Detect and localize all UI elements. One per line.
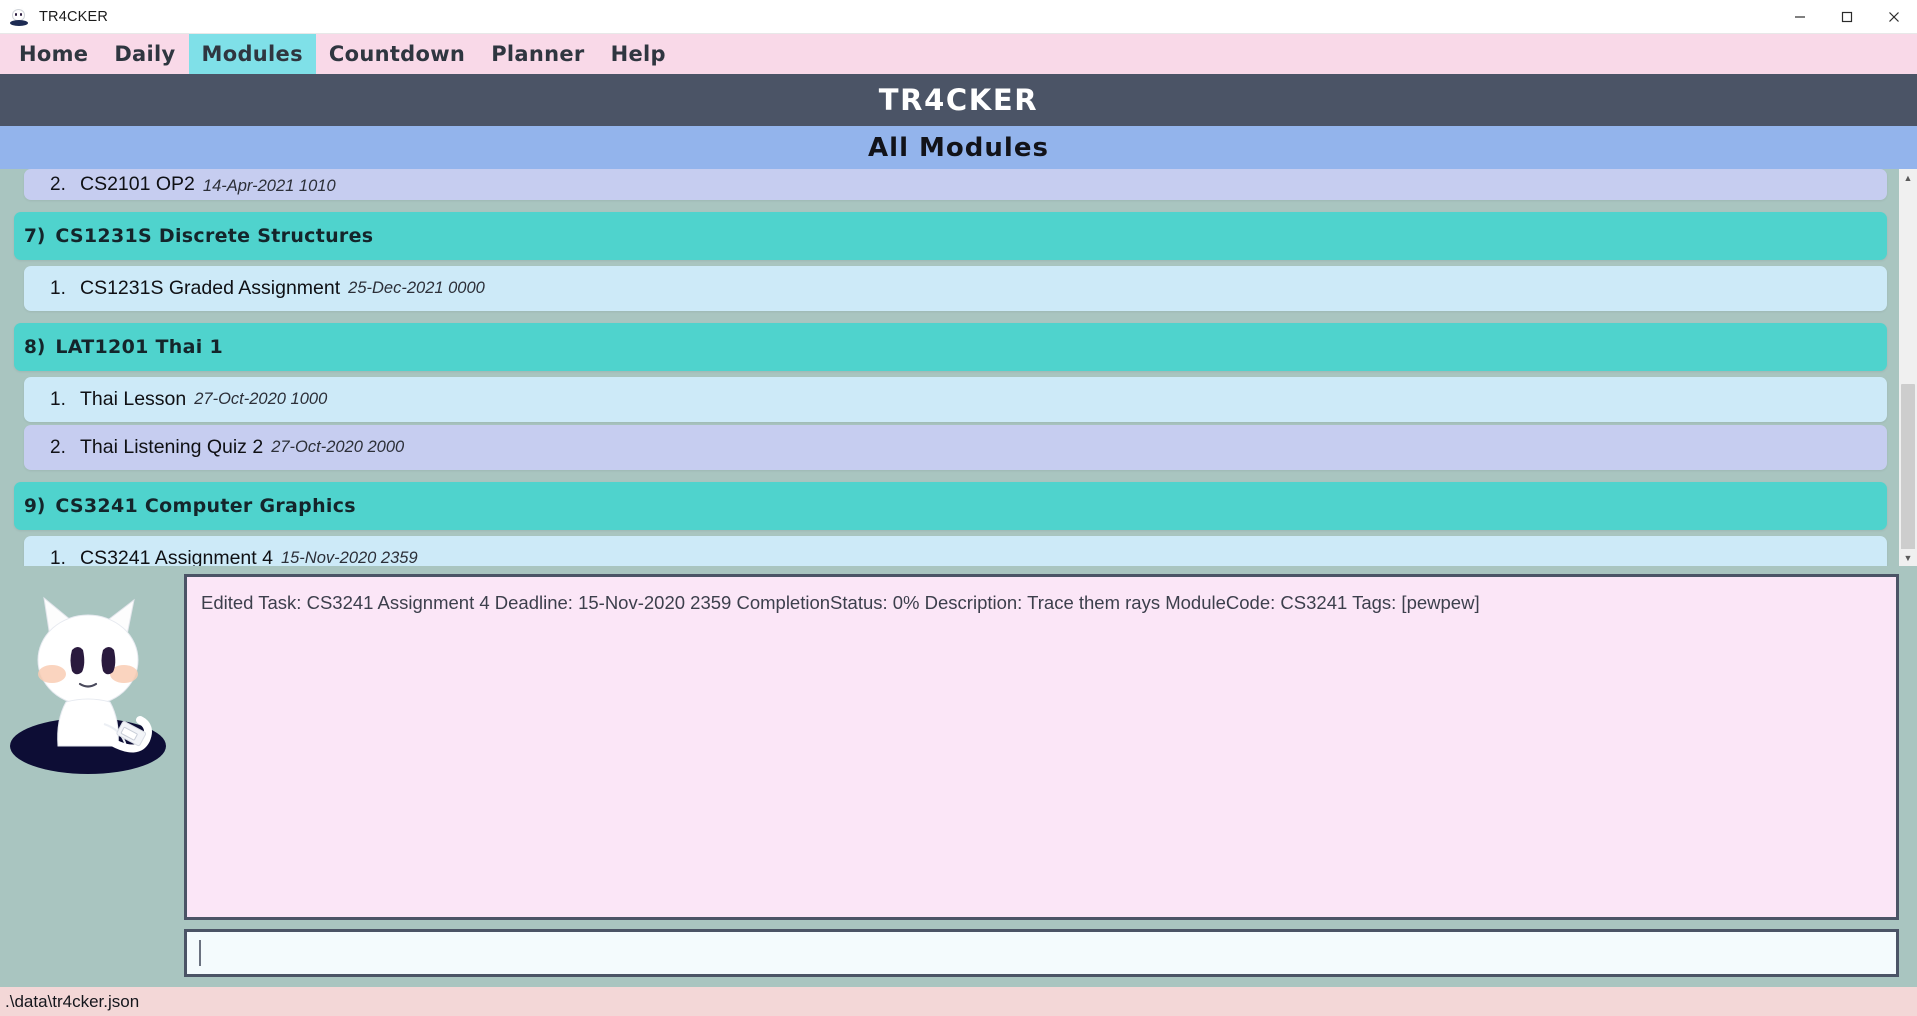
- menu-item-planner[interactable]: Planner: [478, 34, 597, 74]
- task-due: 27-Oct-2020 2000: [271, 438, 405, 456]
- window-title: TR4CKER: [39, 8, 109, 25]
- module-index: 8): [24, 336, 46, 358]
- module-header[interactable]: 9) CS3241 Computer Graphics: [14, 482, 1887, 530]
- task-due: 15-Nov-2020 2359: [280, 549, 418, 566]
- app-title-banner: TR4CKER: [0, 74, 1917, 126]
- maximize-icon: [1841, 11, 1852, 22]
- list-item[interactable]: 2. CS2101 OP2 14-Apr-2021 1010: [24, 169, 1887, 200]
- status-bar: .\data\tr4cker.json: [0, 987, 1917, 1016]
- task-due: 25-Dec-2021 0000: [348, 279, 485, 297]
- task-index: 2.: [50, 174, 66, 195]
- task-name: Thai Lesson: [80, 388, 187, 410]
- menu-item-home[interactable]: Home: [6, 34, 101, 74]
- module-header[interactable]: 7) CS1231S Discrete Structures: [14, 212, 1887, 260]
- task-name: CS1231S Graded Assignment: [80, 277, 341, 299]
- task-name: Thai Listening Quiz 2: [80, 436, 264, 458]
- modules-list-panel: 2. CS2101 OP2 14-Apr-2021 1010 7) CS1231…: [0, 169, 1917, 566]
- maximize-button[interactable]: [1823, 0, 1870, 34]
- main-menu-bar: Home Daily Modules Countdown Planner Hel…: [0, 34, 1917, 74]
- menu-item-countdown[interactable]: Countdown: [316, 34, 478, 74]
- task-due: 14-Apr-2021 1010: [202, 177, 336, 195]
- io-column: Edited Task: CS3241 Assignment 4 Deadlin…: [184, 574, 1899, 977]
- save-location-path: .\data\tr4cker.json: [5, 991, 140, 1011]
- module-header[interactable]: 8) LAT1201 Thai 1: [14, 323, 1887, 371]
- list-item[interactable]: 1. CS3241 Assignment 4 15-Nov-2020 2359: [24, 536, 1887, 566]
- bottom-panel: Edited Task: CS3241 Assignment 4 Deadlin…: [0, 566, 1917, 987]
- module-name: CS3241 Computer Graphics: [55, 495, 356, 517]
- task-index: 1.: [50, 388, 66, 410]
- module-name: LAT1201 Thai 1: [55, 336, 223, 358]
- scroll-up-arrow-icon[interactable]: ▲: [1899, 169, 1917, 186]
- task-name: CS3241 Assignment 4: [80, 547, 273, 566]
- cat-mascot-image: [0, 574, 184, 977]
- menu-item-daily[interactable]: Daily: [101, 34, 188, 74]
- cat-mascot-illustration: [10, 596, 166, 774]
- modules-list: 2. CS2101 OP2 14-Apr-2021 1010 7) CS1231…: [0, 169, 1899, 566]
- task-index: 2.: [50, 436, 66, 458]
- list-item[interactable]: 1. CS1231S Graded Assignment 25-Dec-2021…: [24, 266, 1887, 311]
- response-text: Edited Task: CS3241 Assignment 4 Deadlin…: [201, 592, 1480, 613]
- page-title: All Modules: [0, 126, 1917, 169]
- list-item[interactable]: 2. Thai Listening Quiz 2 27-Oct-2020 200…: [24, 425, 1887, 470]
- text-caret: [199, 940, 201, 966]
- module-index: 7): [24, 225, 46, 247]
- cat-icon: [9, 6, 29, 27]
- task-due: 27-Oct-2020 1000: [194, 390, 328, 408]
- application-window: TR4CKER Home Daily Modules Countdown Pla…: [0, 0, 1917, 1016]
- task-index: 1.: [50, 277, 66, 299]
- module-index: 9): [24, 495, 46, 517]
- scrollbar-thumb[interactable]: [1901, 384, 1915, 552]
- title-bar: TR4CKER: [0, 0, 1917, 34]
- response-display: Edited Task: CS3241 Assignment 4 Deadlin…: [184, 574, 1899, 920]
- list-item[interactable]: 1. Thai Lesson 27-Oct-2020 1000: [24, 377, 1887, 422]
- command-input-field[interactable]: [184, 929, 1899, 977]
- menu-item-help[interactable]: Help: [598, 34, 679, 74]
- close-button[interactable]: [1870, 0, 1917, 34]
- task-index: 1.: [50, 547, 66, 567]
- task-name: CS2101 OP2: [80, 173, 195, 195]
- scroll-down-arrow-icon[interactable]: ▼: [1899, 549, 1917, 566]
- minimize-icon: [1794, 15, 1805, 18]
- close-icon: [1888, 11, 1899, 22]
- list-scrollbar[interactable]: ▲ ▼: [1899, 169, 1917, 566]
- minimize-button[interactable]: [1776, 0, 1823, 34]
- module-name: CS1231S Discrete Structures: [55, 225, 374, 247]
- menu-item-modules[interactable]: Modules: [188, 34, 316, 74]
